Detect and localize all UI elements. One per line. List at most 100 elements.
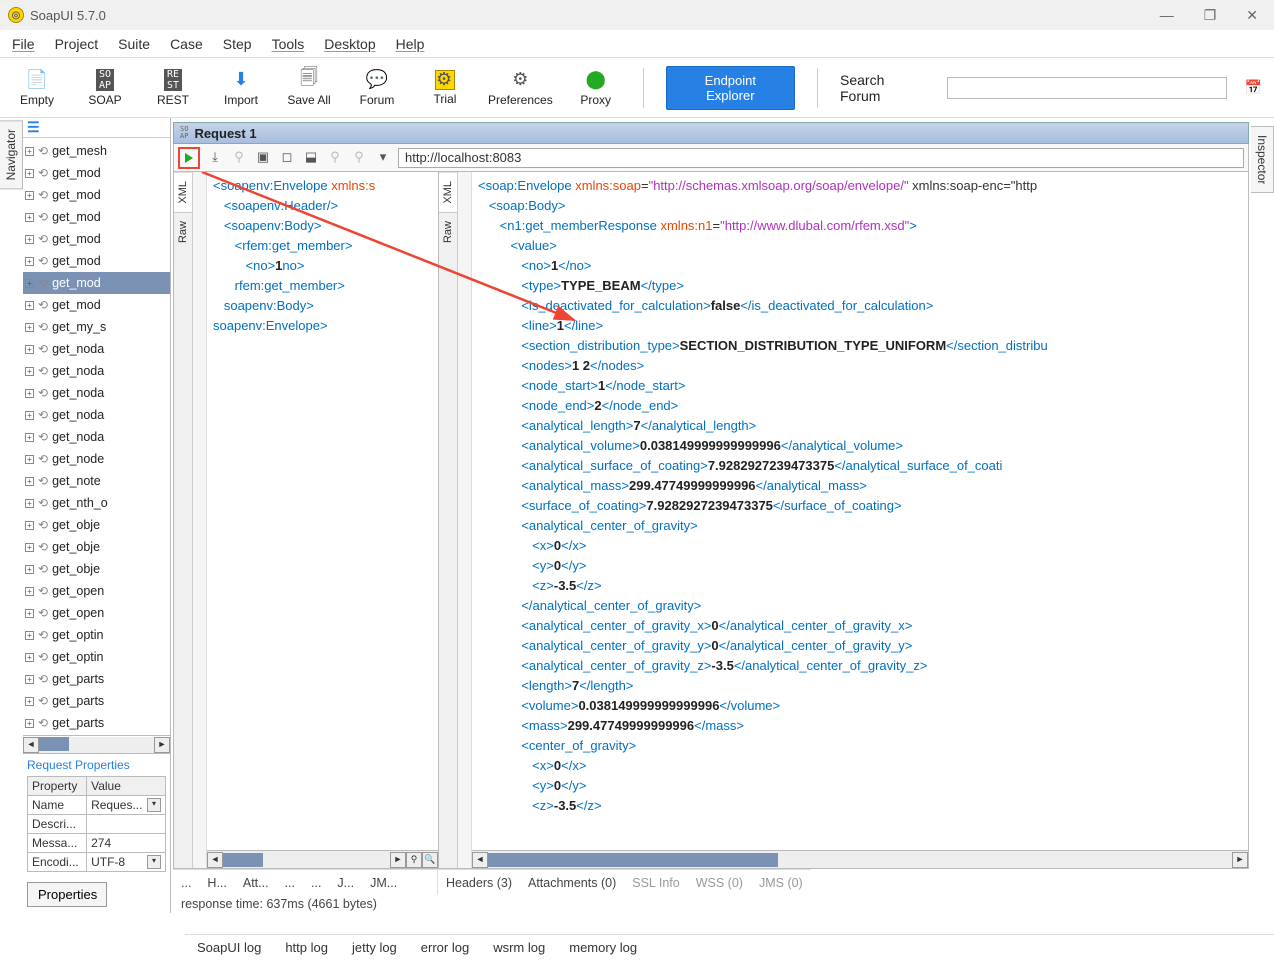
resp-hscroll[interactable]: ◄► (472, 850, 1248, 868)
maximize-button[interactable]: ❐ (1204, 7, 1217, 24)
menu-case[interactable]: Case (170, 36, 203, 52)
close-button[interactable]: ✕ (1246, 7, 1258, 24)
inspector-tab[interactable]: Inspector (1251, 126, 1274, 193)
tree-item[interactable]: +⟲get_mod (23, 294, 170, 316)
bottom-tab[interactable]: Attachments (0) (528, 876, 616, 890)
stop-button[interactable]: ⤓ (206, 149, 224, 167)
response-xml-viewer[interactable]: <soap:Envelope xmlns:soap="http://schema… (472, 172, 1248, 850)
tool-icon[interactable]: ⚲ (350, 149, 368, 167)
bottom-tab[interactable]: J... (337, 876, 354, 890)
tool-prefs[interactable]: ⚙Preferences (488, 69, 553, 107)
table-row[interactable]: NameReques...▾ (28, 796, 166, 815)
tool-icon[interactable]: ⚲ (230, 149, 248, 167)
menu-suite[interactable]: Suite (118, 36, 150, 52)
tree-item[interactable]: +⟲get_node (23, 448, 170, 470)
tree-item[interactable]: +⟲get_open (23, 580, 170, 602)
bottom-tab[interactable]: ... (285, 876, 295, 890)
tree-item[interactable]: +⟲get_mod (23, 184, 170, 206)
tree-item[interactable]: +⟲get_noda (23, 404, 170, 426)
raw-tab[interactable]: Raw (174, 212, 192, 251)
tree-item[interactable]: +⟲get_mod (23, 272, 170, 294)
table-row[interactable]: Messa...274 (28, 834, 166, 853)
rest-icon: REST (164, 69, 182, 91)
tree-item[interactable]: +⟲get_mod (23, 250, 170, 272)
tree-item[interactable]: +⟲get_optin (23, 646, 170, 668)
tree-item[interactable]: +⟲get_nth_o (23, 492, 170, 514)
log-tab[interactable]: error log (421, 940, 469, 955)
tool-soap[interactable]: SOAPSOAP (80, 69, 130, 107)
tool-forum[interactable]: 💬Forum (352, 69, 402, 107)
tool-import[interactable]: ⬇Import (216, 69, 266, 107)
menu-file[interactable]: File (12, 36, 35, 52)
tree-item[interactable]: +⟲get_noda (23, 360, 170, 382)
log-tab[interactable]: http log (285, 940, 328, 955)
log-tab[interactable]: memory log (569, 940, 637, 955)
menu-step[interactable]: Step (223, 36, 252, 52)
calendar-icon[interactable]: 📅 (1245, 79, 1262, 96)
tool-icon[interactable]: ▣ (254, 149, 272, 167)
navigator-tab[interactable]: Navigator (0, 120, 23, 189)
tree-item[interactable]: +⟲get_mod (23, 228, 170, 250)
tree-item[interactable]: +⟲get_obje (23, 514, 170, 536)
tool-icon[interactable]: ⬓ (302, 149, 320, 167)
request-tab[interactable]: SOAP Request 1 (173, 122, 1249, 144)
run-button[interactable] (178, 147, 200, 169)
bottom-tab[interactable]: ... (181, 876, 191, 890)
tree-item[interactable]: +⟲get_mesh (23, 140, 170, 162)
xml-tab[interactable]: XML (439, 172, 457, 212)
tool-icon[interactable]: ◻ (278, 149, 296, 167)
tree-item[interactable]: +⟲get_parts (23, 690, 170, 712)
tool-rest[interactable]: RESTREST (148, 69, 198, 107)
bottom-tab[interactable]: JM... (370, 876, 397, 890)
log-tab[interactable]: wsrm log (493, 940, 545, 955)
tree-item[interactable]: +⟲get_parts (23, 712, 170, 734)
tree-item[interactable]: +⟲get_mod (23, 206, 170, 228)
tool-empty[interactable]: 📄Empty (12, 69, 62, 107)
minimize-button[interactable]: — (1160, 7, 1174, 24)
bottom-tab[interactable]: JMS (0) (759, 876, 803, 890)
properties-button[interactable]: Properties (27, 882, 107, 907)
list-icon[interactable]: ☰ (27, 119, 40, 136)
endpoint-url-input[interactable] (398, 148, 1244, 168)
tree-item[interactable]: +⟲get_open (23, 602, 170, 624)
table-row[interactable]: Descri... (28, 815, 166, 834)
log-tab[interactable]: jetty log (352, 940, 397, 955)
tree-hscroll[interactable]: ◄► (23, 735, 170, 753)
request-xml-pane: XML Raw <soapenv:Envelope xmlns:s <soape… (174, 172, 439, 868)
tree-item[interactable]: +⟲get_note (23, 470, 170, 492)
tool-trial[interactable]: ⚙Trial (420, 70, 470, 106)
table-row[interactable]: Encodi...UTF-8▾ (28, 853, 166, 872)
bottom-tab[interactable]: H... (207, 876, 226, 890)
tree-item[interactable]: +⟲get_parts (23, 668, 170, 690)
tool-proxy[interactable]: ⬤Proxy (571, 69, 621, 107)
tree-item[interactable]: +⟲get_mod (23, 162, 170, 184)
bottom-tab[interactable]: WSS (0) (696, 876, 743, 890)
tree-item[interactable]: +⟲get_noda (23, 382, 170, 404)
tree-item[interactable]: +⟲get_optin (23, 624, 170, 646)
log-tab[interactable]: SoapUI log (197, 940, 261, 955)
req-hscroll[interactable]: ◄►⚲🔍 (207, 850, 438, 868)
bottom-tab[interactable]: SSL Info (632, 876, 680, 890)
bottom-tab[interactable]: Headers (3) (446, 876, 512, 890)
tree-item[interactable]: +⟲get_my_s (23, 316, 170, 338)
tool-saveall[interactable]: 🗐Save All (284, 69, 334, 107)
bottom-tab[interactable]: Att... (243, 876, 269, 890)
xml-tab[interactable]: XML (174, 172, 192, 212)
tree-item[interactable]: +⟲get_noda (23, 426, 170, 448)
request-xml-editor[interactable]: <soapenv:Envelope xmlns:s <soapenv:Heade… (207, 172, 438, 850)
tree-item[interactable]: +⟲get_obje (23, 536, 170, 558)
bottom-tab[interactable]: ... (311, 876, 321, 890)
tree-item[interactable]: +⟲get_noda (23, 338, 170, 360)
save-icon: 🗐 (300, 69, 318, 91)
menu-desktop[interactable]: Desktop (324, 36, 375, 52)
tool-icon[interactable]: ▾ (374, 149, 392, 167)
tool-icon[interactable]: ⚲ (326, 149, 344, 167)
tree-item[interactable]: +⟲get_obje (23, 558, 170, 580)
menu-tools[interactable]: Tools (272, 36, 305, 52)
soap-badge-icon: SOAP (180, 126, 188, 140)
raw-tab[interactable]: Raw (439, 212, 457, 251)
endpoint-explorer-button[interactable]: Endpoint Explorer (666, 66, 795, 110)
search-forum-input[interactable] (947, 77, 1227, 99)
menu-project[interactable]: Project (55, 36, 99, 52)
menu-help[interactable]: Help (396, 36, 425, 52)
